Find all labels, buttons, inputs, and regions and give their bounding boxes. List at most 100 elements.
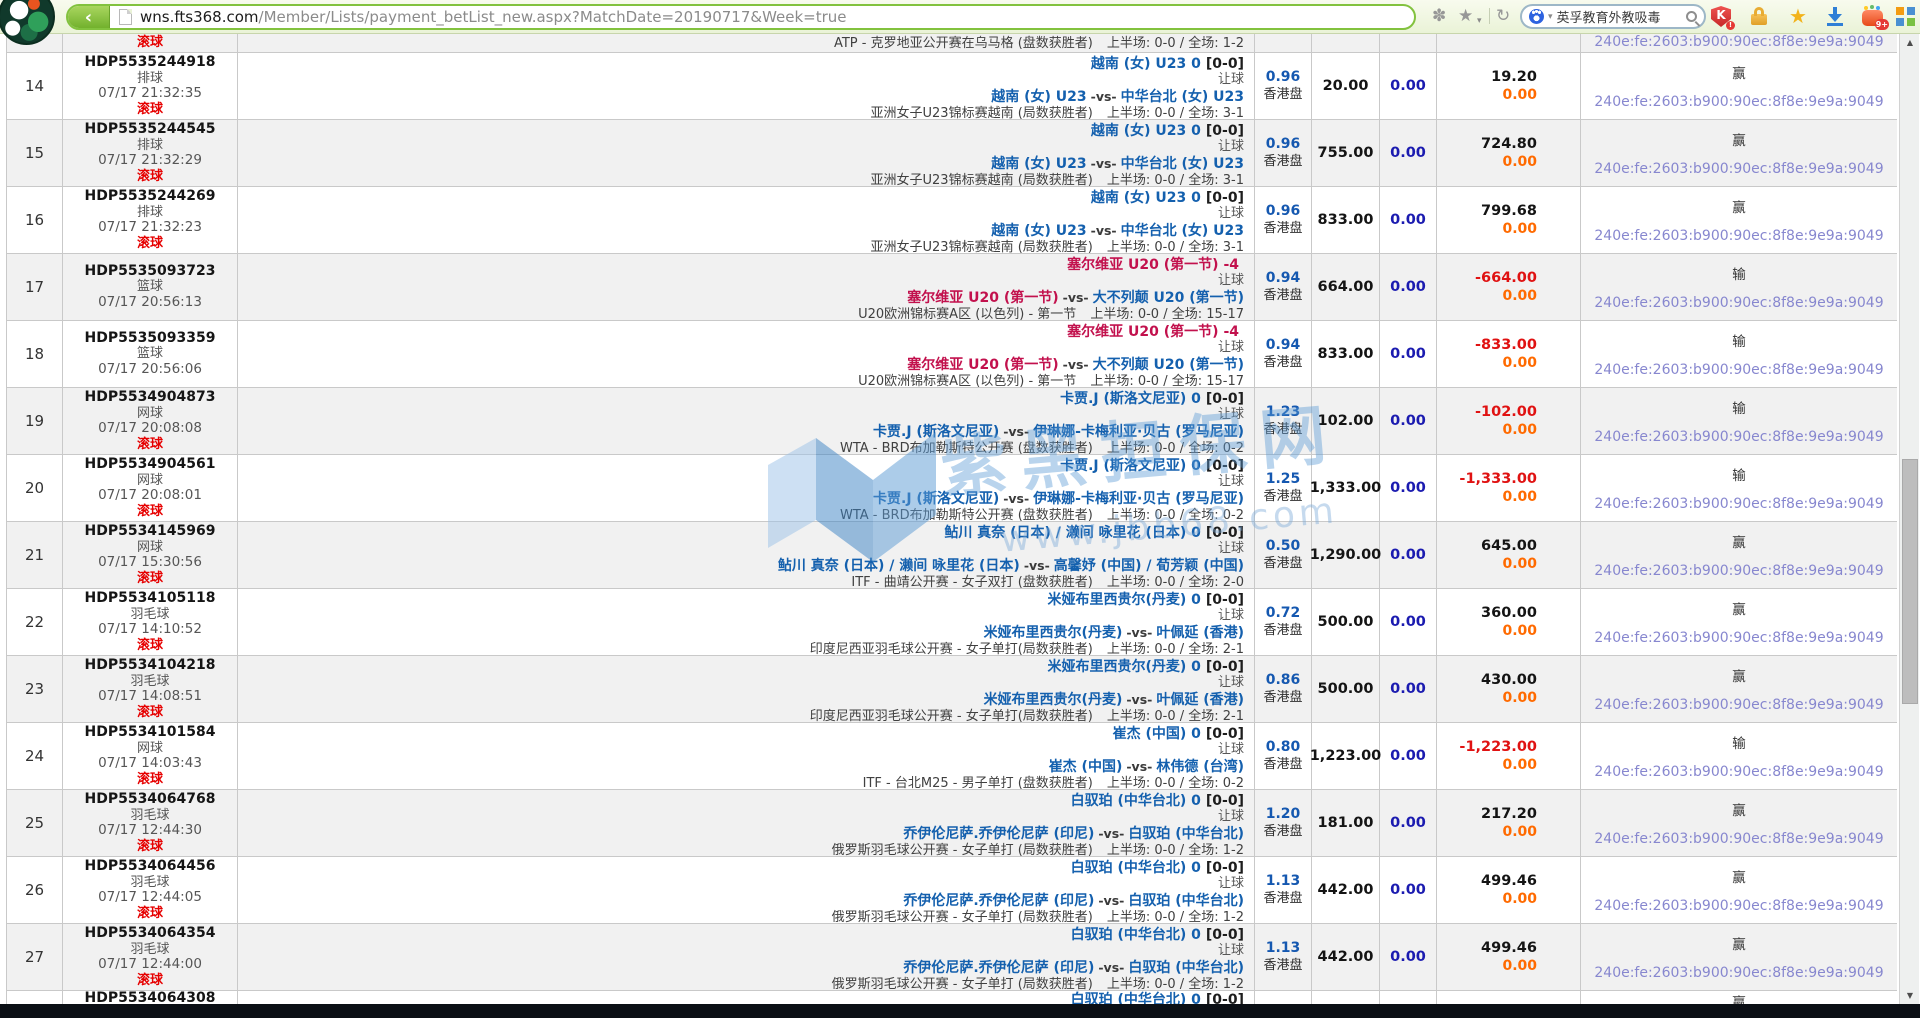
bet-timestamp: 07/17 14:08:51	[98, 689, 202, 705]
bet-info-cell: HDP5534064354 羽毛球 07/17 12:44:00 滚球	[63, 924, 238, 990]
match-info-cell: 米娅布里西贵尔(丹麦) 0[0-0] 让球 米娅布里西贵尔(丹麦)-vs-叶佩延…	[238, 656, 1255, 722]
selection-score: [0-0]	[1206, 56, 1244, 72]
scrollbar-thumb[interactable]	[1902, 459, 1918, 704]
back-button[interactable]: ‹	[68, 6, 110, 28]
bottom-taskbar	[0, 1004, 1920, 1018]
ip-address: 240e:fe:2603:b900:90ec:8f8e:9e9a:9049	[1581, 496, 1897, 512]
result-cell: 赢	[1581, 991, 1897, 1004]
result-cell: 赢 240e:fe:2603:b900:90ec:8f8e:9e9a:9049	[1581, 656, 1897, 722]
favorites-star-icon[interactable]: ★	[1458, 6, 1473, 26]
vertical-scrollbar[interactable]: ▲ ▼	[1899, 34, 1919, 1004]
selection-label: 卡贾.J (斯洛文尼亚) 0	[1060, 391, 1201, 407]
live-bet-label: 滚球	[137, 705, 163, 721]
result-cell: 赢 240e:fe:2603:b900:90ec:8f8e:9e9a:9049	[1581, 857, 1897, 923]
selection-score: [0-0]	[1206, 592, 1244, 608]
win-loss-cell	[1437, 34, 1581, 52]
win-loss-cell: 499.46 0.00	[1437, 924, 1581, 990]
lock-icon[interactable]	[1751, 6, 1767, 25]
win-loss-value: 499.46	[1481, 939, 1537, 957]
search-input[interactable]: 英孚教育外教吸毒	[1557, 7, 1682, 26]
bet-info-cell: HDP5534104218 羽毛球 07/17 14:08:51 滚球	[63, 656, 238, 722]
score-label: 上半场: 0-0 / 全场: 15-17	[1090, 307, 1244, 321]
bet-timestamp: 07/17 12:44:30	[98, 823, 202, 839]
selection-score: [0-0]	[1206, 391, 1244, 407]
ip-address: 240e:fe:2603:b900:90ec:8f8e:9e9a:9049	[1581, 630, 1897, 646]
vs-label: -vs-	[1091, 89, 1117, 104]
row-number-cell: 26	[7, 857, 63, 923]
favorites-dropdown-icon[interactable]: ▾	[1477, 11, 1482, 31]
download-icon[interactable]	[1825, 6, 1845, 26]
score-label: 上半场: 0-0 / 全场: 0-2	[1107, 441, 1244, 455]
scroll-up-arrow[interactable]: ▲	[1900, 34, 1920, 51]
ip-address: 240e:fe:2603:b900:90ec:8f8e:9e9a:9049	[1581, 429, 1897, 445]
bet-id: HDP5534101584	[84, 725, 215, 741]
amount-cell: 181.00	[1312, 790, 1380, 856]
games-icon[interactable]: 9+	[1862, 6, 1883, 26]
ip-address: 240e:fe:2603:b900:90ec:8f8e:9e9a:9049	[1581, 34, 1897, 50]
odds-cell: 0.72 香港盘	[1255, 589, 1312, 655]
win-loss-secondary: 0.00	[1502, 957, 1537, 975]
odds-market-label: 香港盘	[1263, 823, 1302, 840]
row-number-cell: 23	[7, 656, 63, 722]
win-loss-secondary: 0.00	[1502, 421, 1537, 439]
odds-market-label: 香港盘	[1263, 421, 1302, 438]
odds-market-label: 香港盘	[1263, 689, 1302, 706]
live-bet-label: 滚球	[137, 906, 163, 922]
toolbar-divider	[1489, 8, 1490, 24]
valid-amount-cell: 0.00	[1380, 53, 1437, 119]
sport-label: 篮球	[137, 346, 163, 362]
result-cell: 输 240e:fe:2603:b900:90ec:8f8e:9e9a:9049	[1581, 388, 1897, 454]
bookmark-star-icon[interactable]: ★	[1789, 6, 1807, 26]
valid-amount-cell: 0.00	[1380, 857, 1437, 923]
odds-value: 1.20	[1266, 806, 1301, 823]
scroll-down-arrow[interactable]: ▼	[1900, 987, 1920, 1004]
ip-address: 240e:fe:2603:b900:90ec:8f8e:9e9a:9049	[1581, 295, 1897, 311]
win-loss-secondary: 0.00	[1502, 823, 1537, 841]
compatibility-mode-icon[interactable]: ✽	[1432, 6, 1446, 26]
win-loss-cell	[1437, 991, 1581, 1004]
bet-id: HDP5534064768	[84, 792, 215, 808]
bet-list-table: 滚球 ATP - 克罗地亚公开赛在乌马格 (盘数获胜者)上半场: 0-0 / 全…	[6, 34, 1897, 1004]
bet-type-label: 让球	[238, 541, 1244, 557]
table-row: 22 HDP5534105118 羽毛球 07/17 14:10:52 滚球 米…	[7, 589, 1897, 656]
amount-cell	[1312, 34, 1380, 52]
league-label: 俄罗斯羽毛球公开赛 - 女子单打 (局数获胜者)	[832, 910, 1093, 924]
selection-label: 白驭珀 (中华台北) 0	[1071, 992, 1201, 1004]
address-bar[interactable]: ‹ wns.fts368.com/Member/Lists/payment_be…	[66, 4, 1416, 30]
live-bet-label: 滚球	[137, 772, 163, 788]
result-cell: 赢 240e:fe:2603:b900:90ec:8f8e:9e9a:9049	[1581, 924, 1897, 990]
apps-grid-icon[interactable]	[1896, 7, 1915, 26]
team-b-label: 中华台北 (女) U23	[1121, 89, 1244, 105]
score-label: 上半场: 0-0 / 全场: 0-2	[1107, 776, 1244, 790]
security-shield-icon[interactable]: K !	[1711, 6, 1731, 27]
win-loss-value: 217.20	[1481, 805, 1537, 823]
search-icon[interactable]	[1686, 11, 1697, 22]
live-bet-label: 滚球	[137, 35, 163, 51]
selection-label: 米娅布里西贵尔(丹麦) 0	[1047, 659, 1200, 675]
refresh-icon[interactable]: ↻	[1496, 6, 1510, 26]
sport-label: 网球	[137, 406, 163, 422]
bet-type-label: 让球	[238, 608, 1244, 624]
url-text[interactable]: wns.fts368.com/Member/Lists/payment_betL…	[140, 8, 847, 26]
vs-label: -vs-	[1003, 491, 1029, 506]
selection-score: [0-0]	[1206, 190, 1244, 206]
games-badge: 9+	[1875, 19, 1889, 30]
match-info-cell: 越南 (女) U23 0[0-0] 让球 越南 (女) U23-vs-中华台北 …	[238, 187, 1255, 253]
score-label: 上半场: 0-0 / 全场: 0-2	[1107, 508, 1244, 522]
result-label: 输	[1581, 464, 1897, 484]
result-label: 赢	[1581, 866, 1897, 886]
bet-type-label: 让球	[238, 809, 1244, 825]
ip-address: 240e:fe:2603:b900:90ec:8f8e:9e9a:9049	[1581, 831, 1897, 847]
search-engine-dropdown-icon[interactable]: ▾	[1548, 12, 1553, 22]
table-row-partial-bottom: HDP5534064308 白驭珀 (中华台北) 0[0-0] 赢	[7, 991, 1897, 1004]
team-a-label: 塞尔维亚 U20 (第一节)	[907, 357, 1058, 373]
league-label: 印度尼西亚羽毛球公开赛 - 女子单打(局数获胜者)	[810, 709, 1093, 723]
search-box[interactable]: ▾ 英孚教育外教吸毒	[1520, 4, 1706, 29]
odds-cell: 0.86 香港盘	[1255, 656, 1312, 722]
vs-label: -vs-	[1098, 893, 1124, 908]
ip-address: 240e:fe:2603:b900:90ec:8f8e:9e9a:9049	[1581, 965, 1897, 981]
sport-label: 羽毛球	[130, 942, 169, 958]
live-bet-label: 滚球	[137, 839, 163, 855]
table-row-partial-top: 滚球 ATP - 克罗地亚公开赛在乌马格 (盘数获胜者)上半场: 0-0 / 全…	[7, 34, 1897, 53]
league-label: 俄罗斯羽毛球公开赛 - 女子单打 (局数获胜者)	[832, 977, 1093, 991]
